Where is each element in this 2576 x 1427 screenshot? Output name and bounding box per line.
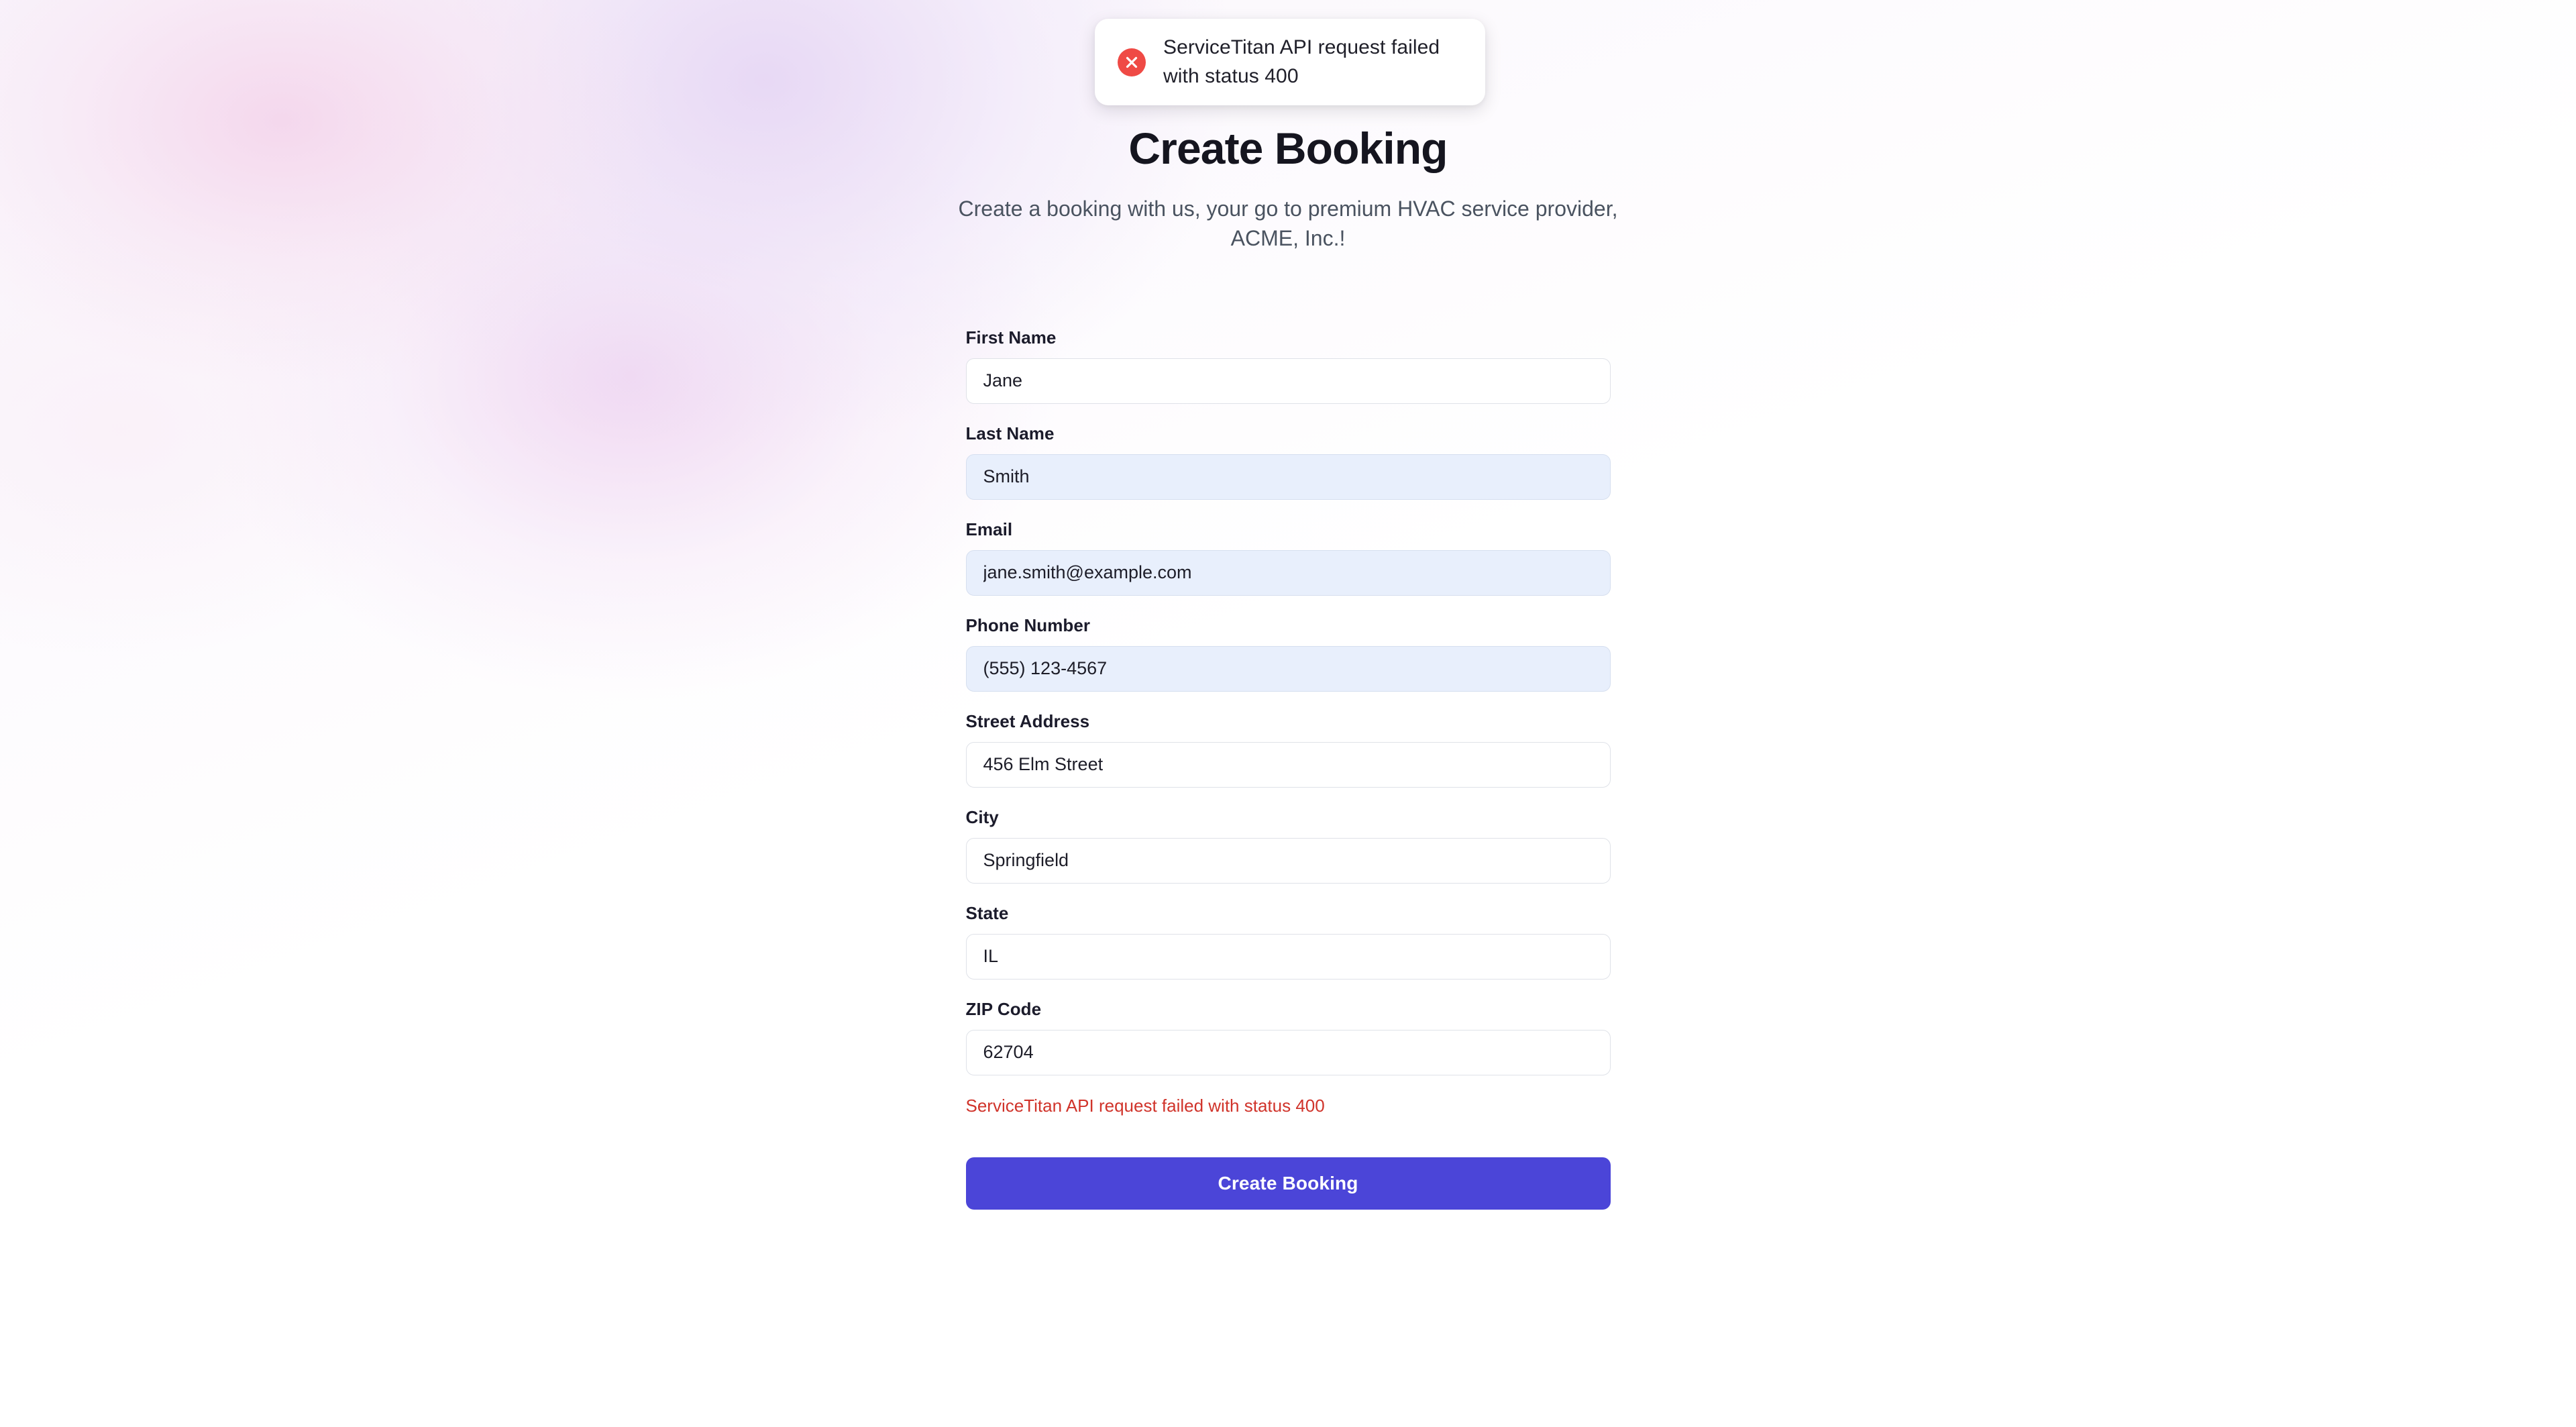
label-street-address: Street Address	[965, 710, 1090, 731]
page-header: Create Booking Create a booking with us,…	[0, 123, 2576, 254]
field-state: State	[965, 902, 1611, 980]
toast-message: ServiceTitan API request failed with sta…	[1163, 36, 1440, 87]
email-input[interactable]	[965, 549, 1611, 596]
field-zip-code: ZIP Code	[965, 998, 1611, 1075]
label-city: City	[965, 806, 999, 827]
booking-form: First Name Last Name Email Phone Number …	[965, 327, 1611, 1210]
page-subtitle: Create a booking with us, your go to pre…	[958, 197, 1618, 251]
street-address-input[interactable]	[965, 741, 1611, 788]
zip-code-input[interactable]	[965, 1029, 1611, 1075]
last-name-input[interactable]	[965, 454, 1611, 500]
form-error-message: ServiceTitan API request failed with sta…	[965, 1095, 1325, 1116]
field-street-address: Street Address	[965, 710, 1611, 788]
page-container: Create Booking Create a booking with us,…	[0, 0, 2576, 1210]
city-input[interactable]	[965, 837, 1611, 884]
error-toast[interactable]: ServiceTitan API request failed with sta…	[1095, 19, 1485, 106]
label-last-name: Last Name	[965, 423, 1055, 443]
error-circle-x-icon	[1118, 48, 1146, 76]
field-first-name: First Name	[965, 327, 1611, 404]
create-booking-button[interactable]: Create Booking	[965, 1157, 1611, 1210]
label-zip-code: ZIP Code	[965, 998, 1042, 1019]
field-city: City	[965, 806, 1611, 884]
phone-number-input[interactable]	[965, 645, 1611, 692]
first-name-input[interactable]	[965, 358, 1611, 404]
state-input[interactable]	[965, 933, 1611, 980]
label-first-name: First Name	[965, 327, 1057, 348]
page-title: Create Booking	[1128, 123, 1448, 173]
label-email: Email	[965, 519, 1013, 539]
label-phone-number: Phone Number	[965, 615, 1091, 635]
field-email: Email	[965, 519, 1611, 596]
label-state: State	[965, 902, 1009, 923]
field-phone-number: Phone Number	[965, 615, 1611, 692]
field-last-name: Last Name	[965, 423, 1611, 500]
